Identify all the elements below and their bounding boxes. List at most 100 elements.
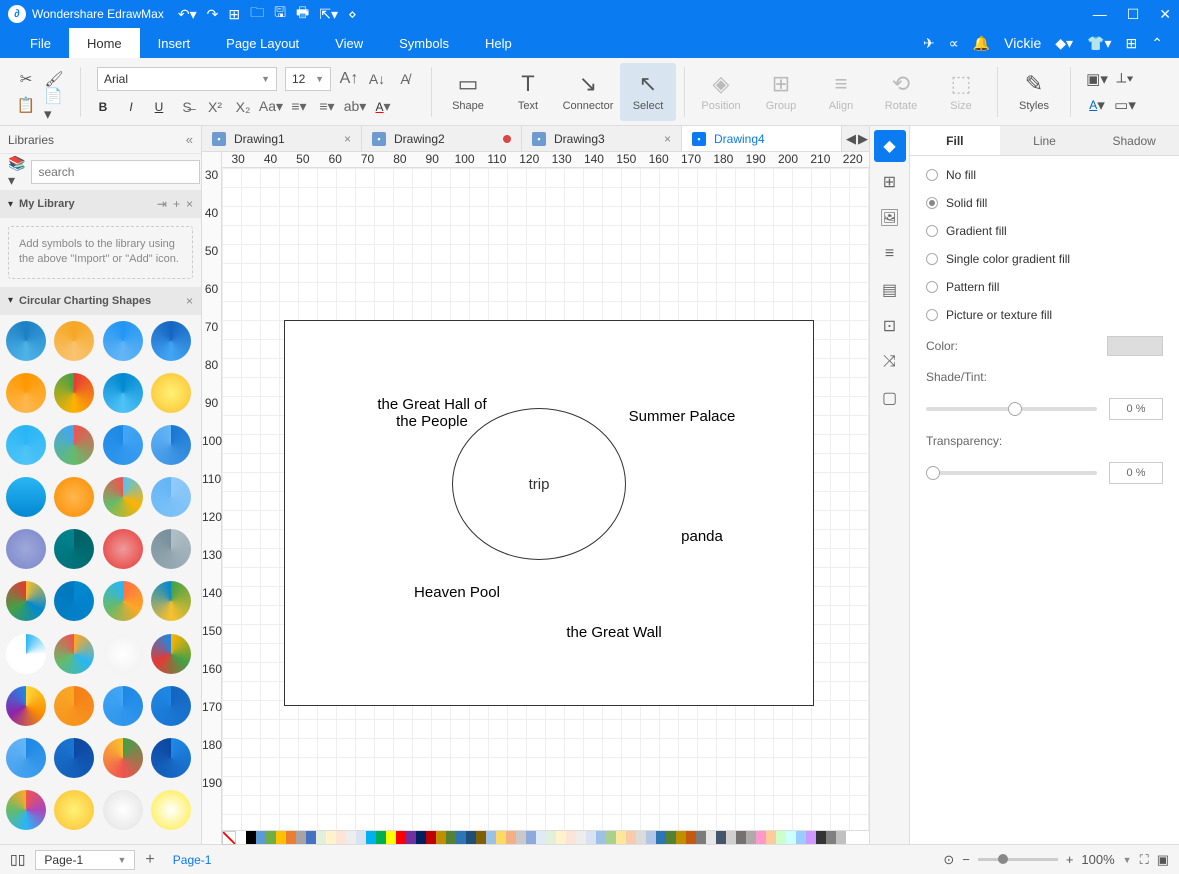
color-swatch[interactable] xyxy=(636,831,646,845)
menu-home[interactable]: Home xyxy=(69,28,140,58)
diagram-label[interactable]: Summer Palace xyxy=(602,408,762,425)
underline-icon[interactable]: U xyxy=(149,97,169,117)
library-shape[interactable] xyxy=(6,373,46,413)
color-swatch[interactable] xyxy=(786,831,796,845)
apps-icon[interactable]: ⊞ xyxy=(1126,35,1138,52)
color-swatch[interactable] xyxy=(666,831,676,845)
center-circle[interactable]: trip xyxy=(452,408,626,560)
color-swatch[interactable] xyxy=(416,831,426,845)
close-tab-icon[interactable]: × xyxy=(344,132,351,146)
library-shape[interactable] xyxy=(54,581,94,621)
library-shape[interactable] xyxy=(103,581,143,621)
menu-help[interactable]: Help xyxy=(467,28,530,58)
color-swatch[interactable] xyxy=(406,831,416,845)
fill-option-radio[interactable]: Single color gradient fill xyxy=(926,252,1163,266)
color-swatch[interactable] xyxy=(596,831,606,845)
font-size-combo[interactable]: 12▼ xyxy=(285,67,331,91)
color-swatch[interactable] xyxy=(756,831,766,845)
decrease-font-icon[interactable]: A↓ xyxy=(367,69,387,89)
color-swatch[interactable] xyxy=(806,831,816,845)
color-swatch[interactable] xyxy=(736,831,746,845)
italic-icon[interactable]: I xyxy=(121,97,141,117)
color-swatch[interactable] xyxy=(646,831,656,845)
redo-icon[interactable]: ↷ xyxy=(207,6,219,23)
circular-shapes-section[interactable]: ▾ Circular Charting Shapes × xyxy=(0,287,201,315)
library-shape[interactable] xyxy=(151,738,191,778)
library-menu-icon[interactable]: 📚▾ xyxy=(8,162,25,182)
import-icon[interactable]: ⇥ xyxy=(157,197,167,211)
increase-font-icon[interactable]: A↑ xyxy=(339,69,359,89)
transparency-value[interactable]: 0 % xyxy=(1109,462,1163,484)
select-button[interactable]: ↖Select xyxy=(620,63,676,121)
color-swatch[interactable] xyxy=(376,831,386,845)
layer-icon[interactable]: ▭▾ xyxy=(1115,95,1135,115)
color-swatch[interactable] xyxy=(356,831,366,845)
shape-button[interactable]: ▭Shape xyxy=(440,63,496,121)
cut-icon[interactable]: ✂ xyxy=(16,69,36,89)
tshirt-icon[interactable]: 👕▾ xyxy=(1087,35,1111,52)
color-swatch[interactable] xyxy=(796,831,806,845)
menu-view[interactable]: View xyxy=(317,28,381,58)
present-tab-icon[interactable]: ▢ xyxy=(874,382,906,414)
fill-option-radio[interactable]: Solid fill xyxy=(926,196,1163,210)
fill-option-radio[interactable]: No fill xyxy=(926,168,1163,182)
bold-icon[interactable]: B xyxy=(93,97,113,117)
snap-tab-icon[interactable]: ⊡ xyxy=(874,310,906,342)
grid-tab-icon[interactable]: ⊞ xyxy=(874,166,906,198)
library-shape[interactable] xyxy=(54,321,94,361)
library-shape[interactable] xyxy=(103,686,143,726)
maximize-icon[interactable]: ☐ xyxy=(1127,6,1140,23)
text-style-icon[interactable]: A▾ xyxy=(1087,95,1107,115)
format-painter-icon[interactable]: 🖌 xyxy=(44,69,64,89)
library-shape[interactable] xyxy=(151,686,191,726)
color-swatch[interactable] xyxy=(546,831,556,845)
color-swatch[interactable] xyxy=(726,831,736,845)
page-tab[interactable]: Page-1 xyxy=(165,853,220,867)
shade-slider[interactable] xyxy=(926,407,1097,411)
color-swatch[interactable] xyxy=(386,831,396,845)
color-swatch[interactable] xyxy=(576,831,586,845)
shuffle-tab-icon[interactable]: ⤨ xyxy=(874,346,906,378)
color-swatch[interactable] xyxy=(486,831,496,845)
tab-next-icon[interactable]: ▶ xyxy=(858,131,868,147)
send-icon[interactable]: ✈ xyxy=(923,35,935,52)
image-tab-icon[interactable]: 🖼 xyxy=(874,202,906,234)
share-icon[interactable]: ∝ xyxy=(949,35,959,52)
crop-icon[interactable]: ⟂▾ xyxy=(1115,69,1135,89)
color-swatch[interactable] xyxy=(516,831,526,845)
library-shape[interactable] xyxy=(151,425,191,465)
library-shape[interactable] xyxy=(6,321,46,361)
color-swatch[interactable] xyxy=(686,831,696,845)
library-shape[interactable] xyxy=(54,686,94,726)
color-swatch[interactable] xyxy=(696,831,706,845)
clear-format-icon[interactable]: A̸ xyxy=(395,69,415,89)
library-shape[interactable] xyxy=(103,321,143,361)
menu-insert[interactable]: Insert xyxy=(140,28,209,58)
color-swatch[interactable] xyxy=(256,831,266,845)
minimize-icon[interactable]: — xyxy=(1093,6,1107,22)
collapse-ribbon-icon[interactable]: ⌃ xyxy=(1151,35,1163,52)
color-swatch[interactable] xyxy=(766,831,776,845)
premium-icon[interactable]: ◆▾ xyxy=(1055,35,1073,52)
zoom-value[interactable]: 100% xyxy=(1081,852,1114,867)
font-color-icon[interactable]: A▾ xyxy=(373,97,393,117)
color-swatch[interactable] xyxy=(346,831,356,845)
line-spacing-icon[interactable]: ≡▾ xyxy=(317,97,337,117)
color-swatch[interactable] xyxy=(746,831,756,845)
close-icon[interactable]: ✕ xyxy=(1159,6,1171,23)
color-swatch[interactable] xyxy=(326,831,336,845)
color-swatch[interactable] xyxy=(556,831,566,845)
diagram-label[interactable]: the Great Wall xyxy=(534,624,694,641)
doc-tab[interactable]: ▪Drawing2 xyxy=(362,126,522,151)
library-shape[interactable] xyxy=(151,634,191,674)
library-shape[interactable] xyxy=(54,373,94,413)
menu-page-layout[interactable]: Page Layout xyxy=(208,28,317,58)
color-picker[interactable] xyxy=(1107,336,1163,356)
color-swatch[interactable] xyxy=(236,831,246,845)
zoom-out-icon[interactable]: − xyxy=(962,852,970,867)
color-swatch[interactable] xyxy=(426,831,436,845)
zoom-in-icon[interactable]: + xyxy=(1066,852,1074,867)
strike-icon[interactable]: S̶ xyxy=(177,97,197,117)
fill-tab[interactable]: Fill xyxy=(910,126,1000,155)
color-swatch[interactable] xyxy=(826,831,836,845)
